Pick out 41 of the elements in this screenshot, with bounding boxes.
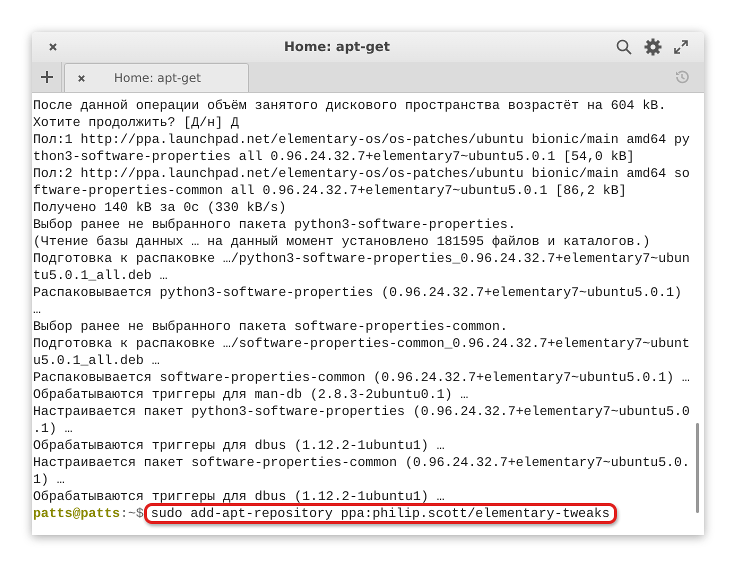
maximize-button[interactable] bbox=[674, 40, 688, 54]
output-line: Подготовка к распаковке …/software-properties-common_0.96.24.32.7+elementary7~ubunt bbox=[33, 335, 691, 352]
maximize-icon bbox=[674, 40, 688, 54]
output-line: (Чтение базы данных … на данный момент установлено 181595 файлов и каталогов.) bbox=[33, 233, 652, 250]
scrollbar[interactable] bbox=[696, 423, 699, 513]
plus-icon bbox=[40, 71, 52, 83]
output-line: Пол:2 http://ppa.launchpad.net/elementary-os/os-patches/ubuntu bionic/main amd64 so bbox=[33, 165, 691, 182]
output-line: Выбор ранее не выбранного пакета software-properties-common. bbox=[33, 318, 509, 335]
window-title: Home: apt-get bbox=[283, 40, 391, 54]
close-icon[interactable] bbox=[77, 74, 86, 82]
output-line: .1) … bbox=[33, 420, 74, 437]
prompt-user: patts@patts bbox=[33, 506, 120, 521]
output-line: Подготовка к распаковке …/python3-software-properties_0.96.24.32.7+elementary7~ubun bbox=[33, 250, 691, 267]
search-button[interactable] bbox=[616, 39, 632, 55]
highlighted-command: sudo add-apt-repository ppa:philip.scott/elementary-tweaks bbox=[144, 503, 617, 524]
output-line: Пол:1 http://ppa.launchpad.net/elementary-os/os-patches/ubuntu bionic/main amd64 py bbox=[33, 131, 691, 148]
output-line: 1) … bbox=[33, 471, 66, 488]
output-line: После данной операции объём занятого дискового пространства возрастёт на 604 kB. bbox=[33, 97, 668, 114]
output-line: Обрабатываются триггеры для dbus (1.12.2-1ubuntu1) … bbox=[33, 488, 446, 505]
output-line: Обрабатываются триггеры для dbus (1.12.2-1ubuntu1) … bbox=[33, 437, 446, 454]
prompt-path: :~$ bbox=[120, 506, 144, 521]
output-line: ftware-properties-common all 0.96.24.32.7+elementary7~ubuntu5.0.1 [86,2 kB] bbox=[33, 182, 628, 199]
output-line: Распаковывается python3-software-properties (0.96.24.32.7+elementary7~ubuntu5.0.1) bbox=[33, 284, 683, 301]
output-line: u5.0.1_all.deb … bbox=[33, 352, 161, 369]
output-line: Выбор ранее не выбранного пакета python3-software-properties. bbox=[33, 216, 517, 233]
output-line: Настраивается пакет software-properties-common (0.96.24.32.7+elementary7~ubuntu5.0. bbox=[33, 454, 691, 471]
output-line: Распаковывается software-properties-common (0.96.24.32.7+elementary7~ubuntu5.0.1) … bbox=[33, 369, 691, 386]
output-line: tu5.0.1_all.deb … bbox=[33, 267, 169, 284]
output-line: Обрабатываются триггеры для man-db (2.8.3-2ubuntu0.1) … bbox=[33, 386, 470, 403]
output-line: Получено 140 kB за 0c (330 kB/s) bbox=[33, 199, 288, 216]
output-line: Хотите продолжить? [Д/н] Д bbox=[33, 114, 240, 131]
settings-icon bbox=[644, 38, 662, 56]
close-icon bbox=[48, 42, 58, 52]
output-line: Настраивается пакет python3-software-properties (0.96.24.32.7+elementary7~ubuntu5.0 bbox=[33, 403, 691, 420]
search-icon bbox=[616, 39, 632, 55]
tab[interactable]: Home: apt-get bbox=[64, 63, 249, 92]
close-button[interactable] bbox=[48, 42, 58, 52]
output-line: thon3-software-properties all 0.96.24.32.7+elementary7~ubuntu5.0.1 [54,0 kB] bbox=[33, 148, 636, 165]
output-line: … bbox=[33, 301, 42, 318]
settings-button[interactable] bbox=[644, 38, 662, 56]
history-icon bbox=[674, 69, 690, 85]
